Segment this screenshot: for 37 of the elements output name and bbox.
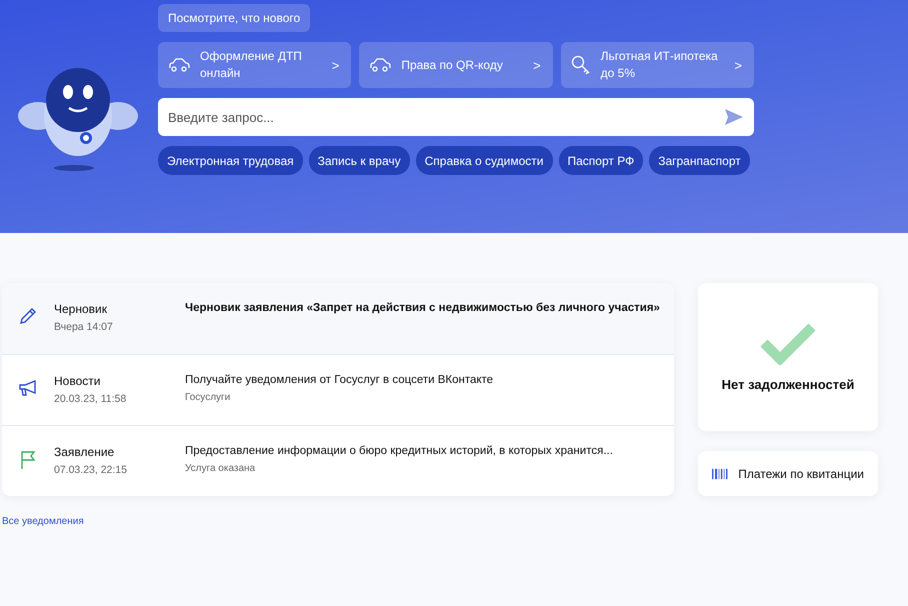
car-icon (369, 58, 392, 72)
service-chip[interactable]: Запись к врачу (308, 146, 410, 175)
checkmark-icon (760, 322, 816, 364)
notification-title: Предоставление информации о бюро кредитных историй, в которых хранится... (185, 445, 614, 457)
notification-title: Черновик заявления «Запрет на действия с недвижимостью без личного участия» (185, 302, 661, 314)
shortcut-card[interactable]: Льготная ИТ-ипотека до 5% > (560, 42, 754, 88)
service-chip[interactable]: Паспорт РФ (558, 146, 644, 175)
notification-subtitle: Госуслуги (185, 392, 232, 403)
notification-type: Заявление (54, 445, 116, 459)
shortcut-card[interactable]: Права по QR-коду > (359, 42, 553, 88)
service-chip[interactable]: Справка о судимости (416, 146, 552, 175)
notification-date: 20.03.23, 11:58 (54, 393, 128, 405)
barcode-icon (712, 466, 728, 480)
search-field[interactable]: Введите запрос... (158, 98, 754, 136)
notification-row[interactable]: Заявление 07.03.23, 22:15 Предоставление информации о бюро кредитных историй, в которых хранится... Услуга оказана (2, 425, 674, 496)
notification-type: Новости (54, 374, 102, 388)
notification-row[interactable]: Новости 20.03.23, 11:58 Получайте уведомления от Госуслуг в соцсети ВКонтакте Госуслуги (2, 354, 674, 425)
pencil-icon (19, 307, 37, 325)
payments-button[interactable]: Платежи по квитанции (698, 451, 878, 496)
notification-date: 07.03.23, 22:15 (54, 464, 128, 476)
notification-date: Вчера 14:07 (54, 321, 114, 333)
notification-row[interactable]: Черновик Вчера 14:07 Черновик заявления «Запрет на действия с недвижимостью без личного участия» (2, 283, 674, 354)
debts-card[interactable]: Нет задолженностей (698, 283, 878, 431)
debts-status: Нет задолженностей (722, 376, 854, 392)
send-icon[interactable] (724, 108, 744, 126)
notification-title: Получайте уведомления от Госуслуг в соцсети ВКонтакте (185, 374, 494, 386)
service-chip[interactable]: Загранпаспорт (649, 146, 750, 175)
all-notifications-link[interactable]: Все уведомления (2, 516, 84, 527)
megaphone-icon (18, 379, 38, 397)
notification-type: Черновик (54, 302, 108, 316)
key-icon (570, 55, 591, 75)
flag-icon (19, 450, 37, 470)
service-chip[interactable]: Электронная трудовая (158, 146, 303, 175)
car-icon (168, 58, 190, 72)
whats-new-button[interactable]: Посмотрите, что нового (158, 4, 310, 32)
notification-subtitle: Услуга оказана (185, 463, 256, 474)
shortcut-card[interactable]: Оформление ДТП онлайн > (158, 42, 352, 88)
